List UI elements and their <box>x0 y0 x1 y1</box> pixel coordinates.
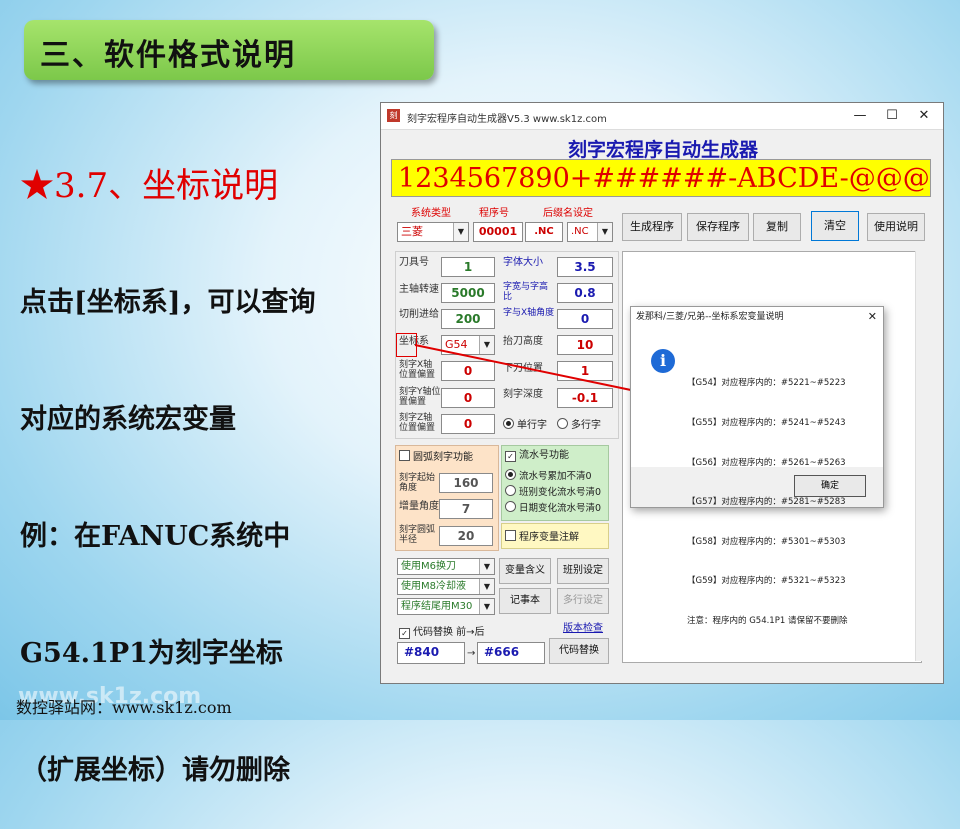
dialog-message: 【G54】对应程序内的：#5221~#5223 【G55】对应程序内的：#524… <box>687 351 847 655</box>
coord-vars-dialog: 发那科/三菱/兄弟--坐标系宏变量说明 ✕ i 【G54】对应程序内的：#522… <box>630 306 884 626</box>
dialog-line: 【G56】对应程序内的：#5261~#5263 <box>687 457 846 468</box>
dialog-line: 【G55】对应程序内的：#5241~#5243 <box>687 418 846 429</box>
dialog-line: 【G54】对应程序内的：#5221~#5223 <box>687 378 846 389</box>
dialog-close-icon[interactable]: ✕ <box>868 307 877 327</box>
dialog-line: 【G59】对应程序内的：#5321~#5323 <box>687 576 846 587</box>
body-line: （扩展坐标）请勿删除 <box>20 755 290 786</box>
dialog-line: 【G57】对应程序内的：#5281~#5283 <box>687 497 846 508</box>
dialog-title: 发那科/三菱/兄弟--坐标系宏变量说明 <box>636 312 784 322</box>
dialog-line: 【G58】对应程序内的：#5301~#5303 <box>687 536 846 547</box>
dialog-ok-button[interactable]: 确定 <box>794 475 866 497</box>
dialog-line: 注意：程序内的 G54.1P1 请保留不要删除 <box>687 616 848 627</box>
dialog-body: i 【G54】对应程序内的：#5221~#5223 【G55】对应程序内的：#5… <box>631 327 883 626</box>
dialog-titlebar: 发那科/三菱/兄弟--坐标系宏变量说明 ✕ <box>631 307 883 327</box>
info-icon: i <box>651 349 675 373</box>
